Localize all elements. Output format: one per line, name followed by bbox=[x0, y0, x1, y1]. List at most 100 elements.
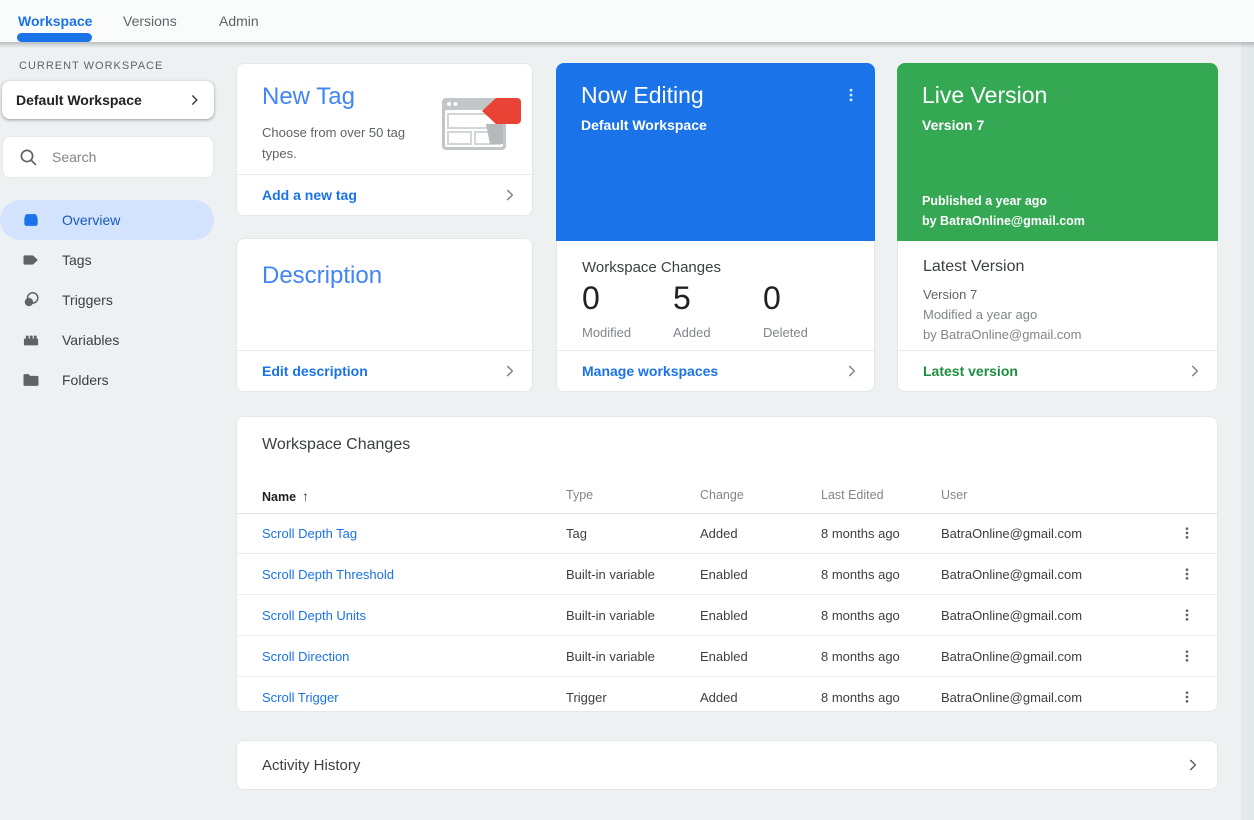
live-version-header: Live Version Version 7 Published a year … bbox=[897, 63, 1218, 241]
change-user: BatraOnline@gmail.com bbox=[941, 649, 1083, 664]
stat-added: 5 Added bbox=[673, 280, 711, 340]
kebab-menu-icon[interactable] bbox=[837, 81, 865, 109]
sidebar-search[interactable] bbox=[2, 136, 214, 178]
edit-description-link[interactable]: Edit description bbox=[262, 363, 500, 379]
table-row[interactable]: Scroll Trigger Trigger Added 8 months ag… bbox=[237, 677, 1217, 717]
manage-workspaces-footer[interactable]: Manage workspaces bbox=[557, 350, 874, 391]
topbar-shadow bbox=[0, 42, 1254, 48]
live-version-card: Live Version Version 7 Published a year … bbox=[897, 63, 1218, 392]
change-type: Trigger bbox=[566, 690, 607, 705]
table-row[interactable]: Scroll Depth Tag Tag Added 8 months ago … bbox=[237, 513, 1217, 554]
sidebar-item-label: Folders bbox=[62, 372, 109, 388]
changes-table-body: Scroll Depth Tag Tag Added 8 months ago … bbox=[237, 513, 1217, 717]
latest-version-number: Version 7 bbox=[923, 287, 978, 302]
change-name-link[interactable]: Scroll Depth Threshold bbox=[262, 567, 394, 582]
sidebar-item-overview[interactable]: Overview bbox=[0, 200, 214, 240]
chevron-right-icon bbox=[1183, 755, 1203, 775]
change-type: Built-in variable bbox=[566, 649, 655, 664]
table-row[interactable]: Scroll Depth Units Built-in variable Ena… bbox=[237, 595, 1217, 636]
change-last-edited: 8 months ago bbox=[821, 649, 900, 664]
now-editing-workspace-name: Default Workspace bbox=[581, 117, 707, 133]
kebab-menu-icon[interactable] bbox=[1175, 644, 1199, 668]
sort-ascending-icon: ↑ bbox=[302, 488, 310, 504]
change-name-link[interactable]: Scroll Trigger bbox=[262, 690, 339, 705]
change-user: BatraOnline@gmail.com bbox=[941, 526, 1083, 541]
column-header-user[interactable]: User bbox=[941, 488, 967, 502]
top-navigation: Workspace Versions Admin bbox=[0, 0, 1254, 42]
new-tag-title: New Tag bbox=[262, 83, 355, 110]
now-editing-header: Now Editing Default Workspace bbox=[556, 63, 875, 241]
search-input[interactable] bbox=[50, 148, 204, 166]
latest-version-by: by BatraOnline@gmail.com bbox=[923, 327, 1082, 342]
kebab-menu-icon[interactable] bbox=[1175, 562, 1199, 586]
new-tag-subtitle: Choose from over 50 tag types. bbox=[262, 125, 406, 161]
kebab-menu-icon[interactable] bbox=[1175, 603, 1199, 627]
stat-modified: 0 Modified bbox=[582, 280, 631, 340]
sidebar-item-tags[interactable]: Tags bbox=[0, 240, 214, 280]
change-name-link[interactable]: Scroll Depth Units bbox=[262, 608, 366, 623]
edit-description-footer[interactable]: Edit description bbox=[237, 350, 532, 391]
table-title: Workspace Changes bbox=[262, 436, 411, 453]
tab-admin[interactable]: Admin bbox=[219, 13, 259, 29]
triggers-icon bbox=[21, 290, 41, 310]
latest-version-footer[interactable]: Latest version bbox=[898, 350, 1217, 391]
latest-version-heading: Latest Version bbox=[923, 258, 1025, 275]
workspace-selector[interactable]: Default Workspace bbox=[2, 81, 214, 119]
manage-workspaces-link[interactable]: Manage workspaces bbox=[582, 363, 842, 379]
activity-history-title: Activity History bbox=[262, 756, 361, 774]
activity-history-card[interactable]: Activity History bbox=[236, 740, 1218, 790]
tab-workspace[interactable]: Workspace bbox=[18, 13, 92, 29]
change-kind: Enabled bbox=[700, 608, 748, 623]
stat-added-value: 5 bbox=[673, 280, 691, 316]
change-name-link[interactable]: Scroll Depth Tag bbox=[262, 526, 357, 541]
kebab-menu-icon[interactable] bbox=[1175, 521, 1199, 545]
kebab-menu-icon[interactable] bbox=[1175, 685, 1199, 709]
tags-icon bbox=[21, 250, 41, 270]
sidebar-item-triggers[interactable]: Triggers bbox=[0, 280, 214, 320]
search-icon bbox=[18, 147, 38, 167]
change-type: Built-in variable bbox=[566, 608, 655, 623]
variables-icon bbox=[21, 330, 41, 350]
gtm-workspace-screen: Workspace Versions Admin CURRENT WORKSPA… bbox=[0, 0, 1254, 820]
stat-modified-label: Modified bbox=[582, 325, 632, 340]
description-card: Description Edit description bbox=[236, 238, 533, 392]
chevron-right-icon bbox=[1185, 361, 1205, 381]
sidebar-item-label: Tags bbox=[62, 252, 92, 268]
change-last-edited: 8 months ago bbox=[821, 526, 900, 541]
live-version-number: Version 7 bbox=[922, 117, 985, 133]
change-last-edited: 8 months ago bbox=[821, 690, 900, 705]
active-tab-indicator bbox=[17, 33, 92, 42]
live-version-title: Live Version bbox=[922, 82, 1048, 108]
current-workspace-label: CURRENT WORKSPACE bbox=[19, 60, 164, 72]
sidebar-item-folders[interactable]: Folders bbox=[0, 360, 214, 400]
stat-deleted: 0 Deleted bbox=[763, 280, 808, 340]
add-new-tag-link[interactable]: Add a new tag bbox=[262, 187, 500, 203]
change-name-link[interactable]: Scroll Direction bbox=[262, 649, 349, 664]
table-row[interactable]: Scroll Depth Threshold Built-in variable… bbox=[237, 554, 1217, 595]
column-header-last-edited[interactable]: Last Edited bbox=[821, 488, 884, 502]
column-header-change[interactable]: Change bbox=[700, 488, 744, 502]
change-type: Tag bbox=[566, 526, 587, 541]
change-kind: Enabled bbox=[700, 649, 748, 664]
stat-added-label: Added bbox=[673, 325, 711, 340]
sidebar-item-variables[interactable]: Variables bbox=[0, 320, 214, 360]
add-new-tag-footer[interactable]: Add a new tag bbox=[237, 174, 532, 215]
latest-version-link[interactable]: Latest version bbox=[923, 363, 1185, 379]
change-user: BatraOnline@gmail.com bbox=[941, 690, 1083, 705]
change-user: BatraOnline@gmail.com bbox=[941, 567, 1083, 582]
scrollbar[interactable] bbox=[1241, 42, 1254, 820]
sidebar-item-label: Overview bbox=[62, 212, 121, 228]
change-user: BatraOnline@gmail.com bbox=[941, 608, 1083, 623]
column-header-name[interactable]: Name ↑ bbox=[262, 488, 309, 504]
tab-versions[interactable]: Versions bbox=[123, 13, 177, 29]
change-type: Built-in variable bbox=[566, 567, 655, 582]
description-title: Description bbox=[262, 262, 383, 289]
column-header-type[interactable]: Type bbox=[566, 488, 593, 502]
folders-icon bbox=[21, 370, 41, 390]
change-kind: Enabled bbox=[700, 567, 748, 582]
published-by-text: by BatraOnline@gmail.com bbox=[922, 214, 1085, 228]
stat-deleted-label: Deleted bbox=[763, 325, 808, 340]
table-row[interactable]: Scroll Direction Built-in variable Enabl… bbox=[237, 636, 1217, 677]
stat-deleted-value: 0 bbox=[763, 280, 781, 316]
overview-icon bbox=[21, 210, 41, 230]
